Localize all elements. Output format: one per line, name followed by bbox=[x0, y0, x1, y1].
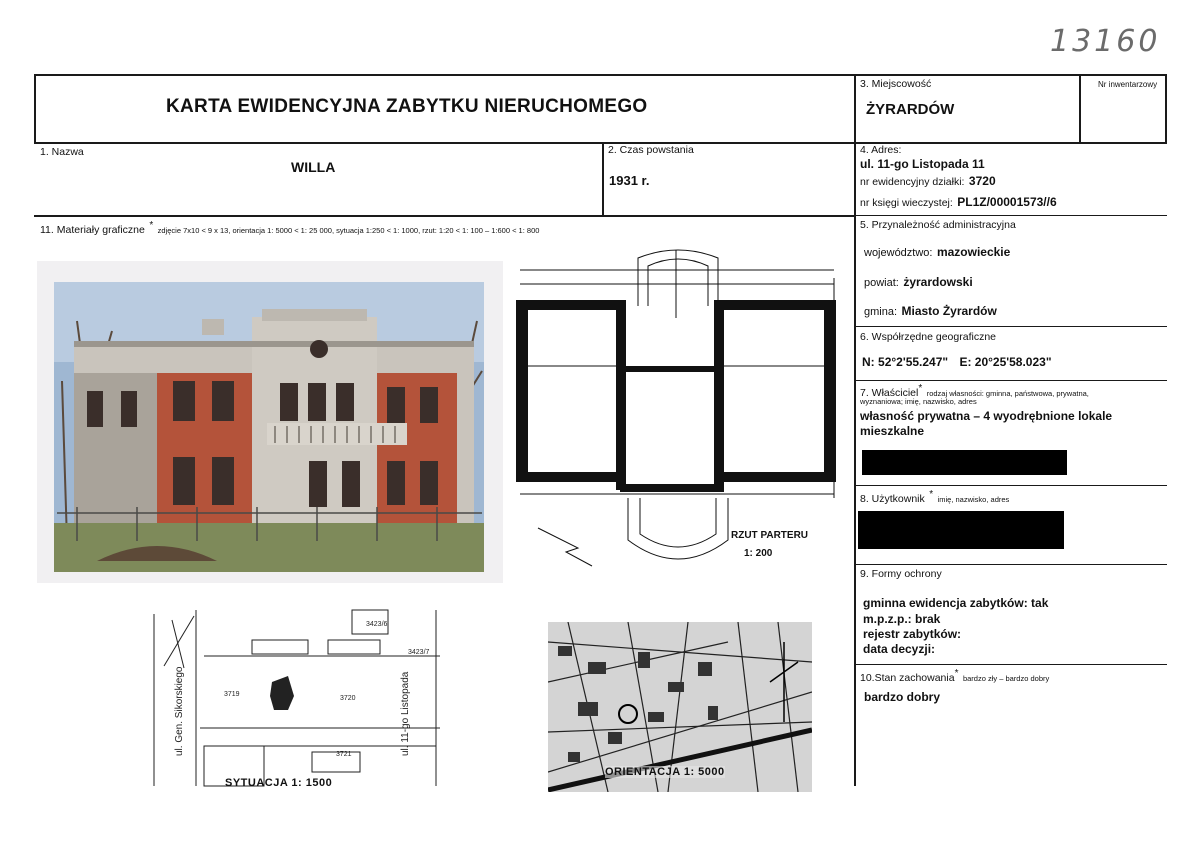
land-book-value: PL1Z/00001573//6 bbox=[957, 195, 1057, 209]
frame-top-line bbox=[34, 74, 1167, 76]
field8-note: imię, nazwisko, adres bbox=[937, 495, 1010, 504]
voivodeship-row: województwo: mazowieckie bbox=[864, 243, 1010, 261]
row-divider-2 bbox=[34, 215, 856, 217]
villa-photo-drawing bbox=[54, 282, 484, 572]
card-title: KARTA EWIDENCYJNA ZABYTKU NIERUCHOMEGO bbox=[166, 96, 648, 117]
locality-value: ŻYRARDÓW bbox=[866, 101, 955, 118]
county-label: powiat: bbox=[864, 277, 899, 289]
owner-value-2: mieszkalne bbox=[860, 424, 925, 438]
county-row: powiat: żyrardowski bbox=[864, 273, 973, 291]
n-value: 52°2'55.247" bbox=[878, 355, 949, 369]
field8-asterisk: * bbox=[929, 489, 934, 500]
field10-note: bardzo zły – bardzo dobry bbox=[962, 674, 1050, 683]
inventory-label: Nr inwentarzowy bbox=[1098, 80, 1158, 89]
owner-value-1: własność prywatna – 4 wyodrębnione lokal… bbox=[860, 409, 1113, 423]
field10-top-line bbox=[854, 664, 1167, 665]
n-label: N: bbox=[862, 355, 875, 369]
svg-text:3423/6: 3423/6 bbox=[366, 621, 388, 628]
field3-label: 3. Miejscowość bbox=[860, 78, 932, 90]
frame-left-line bbox=[34, 74, 36, 144]
svg-text:3719: 3719 bbox=[224, 691, 240, 698]
field1-label: 1. Nazwa bbox=[40, 146, 84, 158]
plan-title: RZUT PARTERU bbox=[731, 530, 809, 541]
svg-text:3423/7: 3423/7 bbox=[408, 649, 430, 656]
field10-header: 10.Stan zachowania* bardzo zły – bardzo … bbox=[860, 668, 1049, 686]
coordinates-row: N: 52°2'55.247" E: 20°25'58.023" bbox=[862, 355, 1052, 369]
field9-top-line bbox=[854, 564, 1167, 565]
land-book-row: nr księgi wieczystej: PL1Z/00001573//6 bbox=[860, 193, 1057, 211]
situation-caption: SYTUACJA 1: 1500 bbox=[225, 777, 333, 789]
row-divider-1 bbox=[34, 142, 1167, 144]
situation-map-drawing: 3719 3720 3721 3423/6 3423/7 ul. Gen. Siko… bbox=[153, 609, 440, 787]
field4-label: 4. Adres: bbox=[860, 144, 902, 156]
protection-line-2: m.p.z.p.: brak bbox=[863, 612, 941, 626]
floor-plan-drawing bbox=[516, 249, 836, 567]
land-book-label: nr księgi wieczystej: bbox=[860, 197, 953, 209]
field10-asterisk: * bbox=[954, 668, 959, 679]
villa-photo bbox=[37, 261, 503, 583]
commune-row: gmina: Miasto Żyrardów bbox=[864, 302, 997, 320]
protection-line-3: rejestr zabytków: bbox=[863, 627, 962, 641]
plan-scale: 1: 200 bbox=[744, 548, 773, 559]
field11-note: zdjęcie 7x10 < 9 x 13, orientacja 1: 500… bbox=[157, 226, 540, 235]
field10-label: 10.Stan zachowania bbox=[860, 672, 955, 684]
field11-asterisk: * bbox=[149, 220, 154, 231]
voivodeship-value: mazowieckie bbox=[936, 245, 1011, 259]
orientation-caption: ORIENTACJA 1: 5000 bbox=[605, 766, 725, 778]
condition-value: bardzo dobry bbox=[864, 690, 941, 704]
field5-label: 5. Przynależność administracyjna bbox=[860, 219, 1016, 231]
field7-asterisk: * bbox=[918, 383, 923, 394]
inventory-divider bbox=[1079, 74, 1081, 144]
svg-text:ul. Gen. Sikorskiego: ul. Gen. Sikorskiego bbox=[174, 666, 185, 756]
svg-text:ul. 11-go Listopada: ul. 11-go Listopada bbox=[400, 671, 411, 756]
field8-header: 8. Użytkownik * imię, nazwisko, adres bbox=[860, 489, 1009, 507]
protection-line-4: data decyzji: bbox=[863, 642, 936, 656]
field2-label: 2. Czas powstania bbox=[608, 144, 694, 156]
voivodeship-label: województwo: bbox=[864, 247, 933, 259]
field5-top-line bbox=[854, 215, 1167, 216]
owner-redaction bbox=[862, 450, 1067, 475]
commune-value: Miasto Żyrardów bbox=[901, 304, 997, 318]
field11-header: 11. Materiały graficzne * zdjęcie 7x10 <… bbox=[40, 220, 539, 238]
handwritten-number: 13160 bbox=[1050, 24, 1161, 59]
county-value: żyrardowski bbox=[903, 275, 973, 289]
field2-divider bbox=[602, 142, 604, 216]
e-value: 20°25'58.023" bbox=[974, 355, 1052, 369]
street-value: ul. 11-go Listopada 11 bbox=[860, 157, 985, 171]
field7-note-2: wyznaniowa; imię, nazwisko, adres bbox=[860, 397, 977, 406]
date-value: 1931 r. bbox=[609, 173, 650, 188]
plot-number-value: 3720 bbox=[968, 174, 996, 188]
field9-label: 9. Formy ochrony bbox=[860, 568, 942, 580]
commune-label: gmina: bbox=[864, 306, 898, 318]
field6-label: 6. Współrzędne geograficzne bbox=[860, 331, 996, 343]
field8-top-line bbox=[854, 485, 1167, 486]
e-label: E: bbox=[959, 355, 972, 369]
svg-text:3720: 3720 bbox=[340, 695, 356, 702]
name-value: WILLA bbox=[291, 159, 336, 175]
field11-label: 11. Materiały graficzne bbox=[40, 224, 145, 236]
field7-top-line bbox=[854, 380, 1167, 381]
plot-number-label: nr ewidencyjny działki: bbox=[860, 176, 965, 188]
plot-number-row: nr ewidencyjny działki: 3720 bbox=[860, 172, 996, 190]
protection-line-1: gminna ewidencja zabytków: tak bbox=[863, 596, 1049, 610]
user-redaction bbox=[858, 511, 1064, 549]
right-column-line bbox=[854, 74, 856, 786]
svg-text:3721: 3721 bbox=[336, 751, 352, 758]
frame-right-line bbox=[1165, 74, 1167, 144]
field6-top-line bbox=[854, 326, 1167, 327]
field8-label: 8. Użytkownik bbox=[860, 493, 925, 505]
